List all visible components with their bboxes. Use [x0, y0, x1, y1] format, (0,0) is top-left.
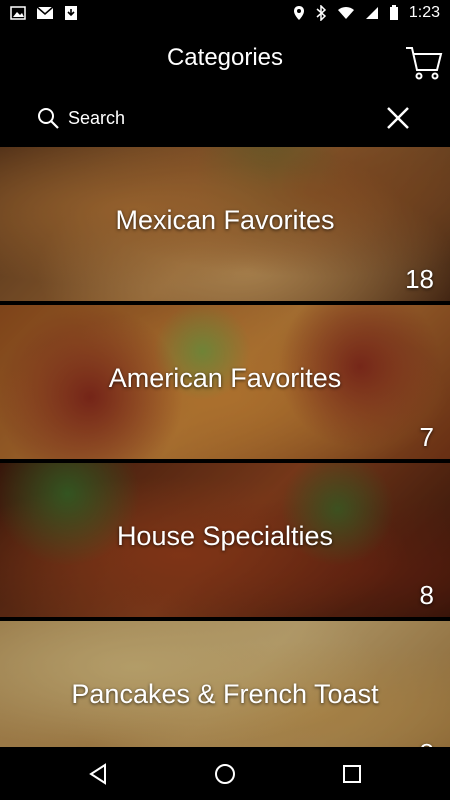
status-right-icons: 1:23 [293, 4, 440, 22]
category-list: Mexican Favorites 18 American Favorites … [0, 147, 450, 747]
category-count: 18 [405, 264, 434, 294]
cart-button[interactable] [404, 42, 444, 82]
search-icon [38, 108, 59, 129]
recents-icon[interactable] [340, 762, 364, 786]
category-card[interactable]: American Favorites 7 [0, 305, 450, 459]
battery-icon [389, 5, 399, 21]
close-icon[interactable] [384, 104, 412, 132]
category-name: American Favorites [108, 363, 342, 393]
image-icon [10, 6, 26, 20]
bluetooth-icon [315, 5, 327, 21]
signal-icon [365, 6, 379, 20]
category-name: Pancakes & French Toast [71, 679, 379, 709]
download-icon [64, 5, 78, 21]
mail-icon [36, 6, 54, 20]
category-card[interactable]: Pancakes & French Toast 8 [0, 621, 450, 747]
page-title: Categories [166, 44, 284, 71]
navigation-bar [0, 748, 450, 800]
category-name: House Specialties [116, 521, 334, 551]
wifi-icon [337, 6, 355, 20]
category-name: Mexican Favorites [115, 205, 335, 235]
category-count: 8 [420, 738, 434, 747]
status-left-icons [10, 5, 78, 21]
category-count: 8 [419, 580, 434, 610]
home-icon[interactable] [213, 762, 237, 786]
category-card[interactable]: Mexican Favorites 18 [0, 147, 450, 301]
category-count: 7 [419, 422, 434, 452]
search-input[interactable] [66, 97, 384, 139]
app-bar: Categories [0, 26, 450, 90]
back-icon[interactable] [86, 762, 110, 786]
status-time: 1:23 [408, 4, 440, 21]
location-icon [293, 5, 305, 21]
category-card[interactable]: House Specialties 8 [0, 463, 450, 617]
status-bar: 1:23 [0, 0, 450, 26]
cart-icon [406, 47, 443, 80]
search-bar [24, 96, 426, 140]
